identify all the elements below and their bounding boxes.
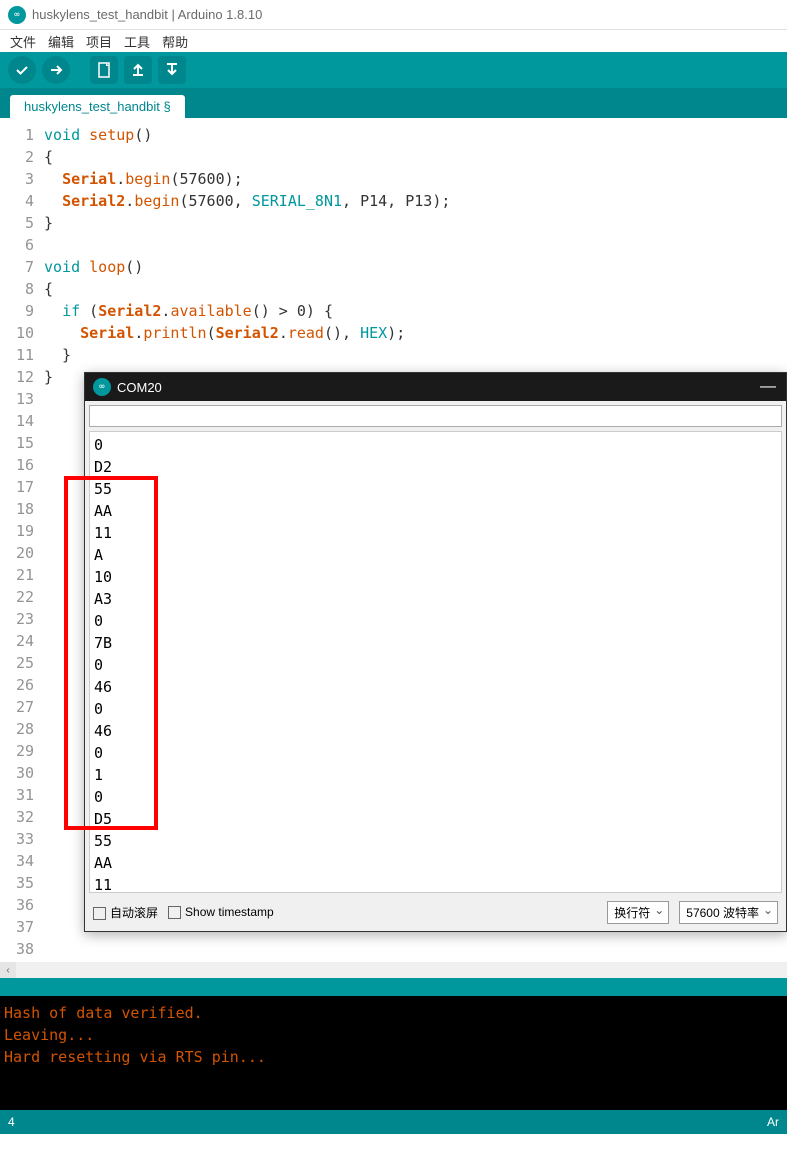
line-num: 11 [0,344,34,366]
line-num: 36 [0,894,34,916]
line-num: 24 [0,630,34,652]
status-left: 4 [8,1115,15,1129]
serial-line: D2 [94,456,777,478]
line-num: 20 [0,542,34,564]
serial-line: A [94,544,777,566]
serial-line: D5 [94,808,777,830]
line-num: 3 [0,168,34,190]
serial-line: 0 [94,434,777,456]
serial-title: COM20 [117,380,162,395]
serial-line: 11 [94,874,777,893]
line-num: 30 [0,762,34,784]
line-num: 27 [0,696,34,718]
line-num: 9 [0,300,34,322]
line-num: 21 [0,564,34,586]
tab-strip: huskylens_test_handbit § [0,88,787,118]
scroll-left-icon[interactable]: ‹ [0,962,16,978]
serial-line: 46 [94,676,777,698]
minimize-icon[interactable]: — [760,378,776,396]
line-num: 37 [0,916,34,938]
save-button[interactable] [158,56,186,84]
serial-line: 46 [94,720,777,742]
line-num: 33 [0,828,34,850]
serial-line: 0 [94,654,777,676]
window-title: huskylens_test_handbit | Arduino 1.8.10 [32,7,262,22]
line-num: 32 [0,806,34,828]
serial-footer: 自动滚屏 Show timestamp 换行符 57600 波特率 [85,897,786,927]
new-button[interactable] [90,56,118,84]
line-num: 23 [0,608,34,630]
line-num: 4 [0,190,34,212]
line-num: 13 [0,388,34,410]
line-num: 19 [0,520,34,542]
menu-edit[interactable]: 编辑 [48,32,74,51]
line-num: 22 [0,586,34,608]
menu-bar: 文件 编辑 项目 工具 帮助 [0,30,787,52]
line-num: 26 [0,674,34,696]
line-num: 2 [0,146,34,168]
title-bar: ∞ huskylens_test_handbit | Arduino 1.8.1… [0,0,787,30]
status-right: Ar [767,1115,779,1129]
baud-select[interactable]: 57600 波特率 [679,901,778,924]
serial-line: 55 [94,830,777,852]
serial-output[interactable]: 0 D2 55 AA 11 A 10 A3 0 7B 0 46 0 46 0 1… [89,431,782,893]
verify-button[interactable] [8,56,36,84]
main-toolbar [0,52,787,88]
autoscroll-checkbox[interactable]: 自动滚屏 [93,904,158,921]
status-bar: 4 Ar [0,1110,787,1134]
line-num: 14 [0,410,34,432]
serial-line: 0 [94,610,777,632]
line-num: 15 [0,432,34,454]
line-num: 25 [0,652,34,674]
console-output: Hash of data verified.Leaving...Hard res… [0,996,787,1110]
serial-line: 55 [94,478,777,500]
menu-help[interactable]: 帮助 [162,32,188,51]
menu-project[interactable]: 项目 [86,32,112,51]
line-ending-select[interactable]: 换行符 [607,901,669,924]
line-num: 16 [0,454,34,476]
line-num: 38 [0,938,34,960]
menu-file[interactable]: 文件 [10,32,36,51]
serial-line: 0 [94,786,777,808]
line-num: 35 [0,872,34,894]
line-num: 8 [0,278,34,300]
line-num: 17 [0,476,34,498]
timestamp-checkbox[interactable]: Show timestamp [168,905,274,919]
serial-line: 0 [94,698,777,720]
line-num: 5 [0,212,34,234]
line-num: 1 [0,124,34,146]
serial-line: 10 [94,566,777,588]
line-num: 7 [0,256,34,278]
tab-active[interactable]: huskylens_test_handbit § [10,95,185,118]
serial-line: AA [94,500,777,522]
line-num: 18 [0,498,34,520]
line-gutter: 1 2 3 4 5 6 7 8 9 10 11 12 13 14 15 16 1… [0,118,40,962]
serial-send-input[interactable] [89,405,782,427]
serial-line: 7B [94,632,777,654]
editor-hscroll[interactable]: ‹ [0,962,787,978]
arduino-icon: ∞ [93,378,111,396]
serial-line: 11 [94,522,777,544]
line-num: 29 [0,740,34,762]
line-num: 6 [0,234,34,256]
line-num: 34 [0,850,34,872]
line-num: 12 [0,366,34,388]
serial-line: 1 [94,764,777,786]
arduino-icon: ∞ [8,6,26,24]
serial-title-bar[interactable]: ∞ COM20 — [85,373,786,401]
menu-tool[interactable]: 工具 [124,32,150,51]
serial-line: A3 [94,588,777,610]
line-num: 31 [0,784,34,806]
serial-line: 0 [94,742,777,764]
line-num: 28 [0,718,34,740]
open-button[interactable] [124,56,152,84]
serial-line: AA [94,852,777,874]
upload-button[interactable] [42,56,70,84]
serial-monitor-window: ∞ COM20 — 0 D2 55 AA 11 A 10 A3 0 7B 0 4… [84,372,787,932]
line-num: 10 [0,322,34,344]
message-bar [0,978,787,996]
